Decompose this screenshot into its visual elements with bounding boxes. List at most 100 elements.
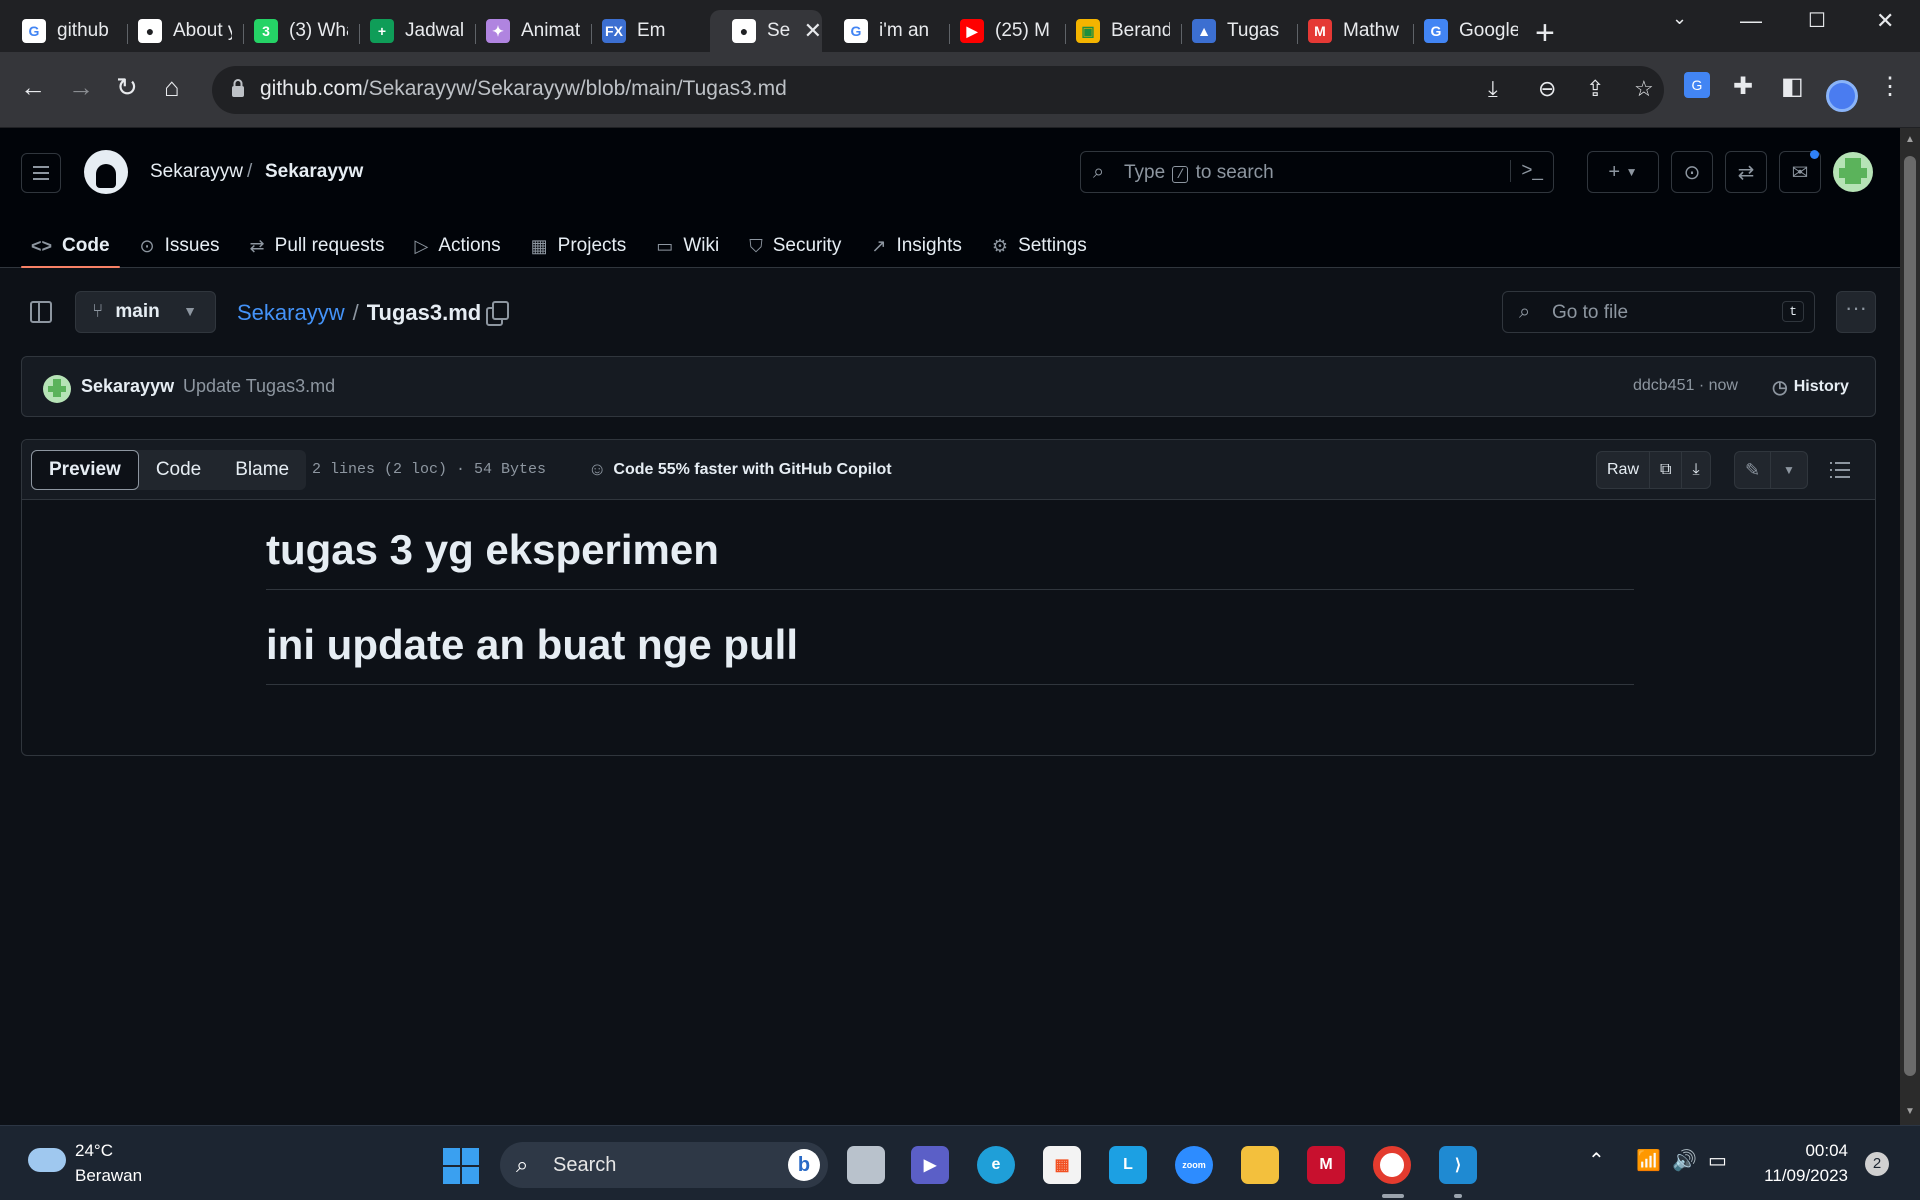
new-tab-button[interactable]: + (1535, 14, 1555, 53)
browser-tab[interactable]: G Google (1402, 10, 1518, 52)
raw-button[interactable]: Raw (1597, 452, 1651, 488)
wifi-icon[interactable]: 📶 (1636, 1148, 1661, 1173)
repo-tab-code[interactable]: <> Code (21, 225, 120, 268)
browser-tab[interactable]: 3 (3) Wha (232, 10, 348, 52)
notification-center-badge[interactable]: 2 (1865, 1152, 1889, 1176)
commit-sha-time[interactable]: ddcb451 · now (1633, 377, 1738, 395)
repo-tab-actions[interactable]: ▷ Actions (404, 225, 510, 267)
global-search-input[interactable]: ⌕ Type / to search >_ (1080, 151, 1554, 193)
clock-time[interactable]: 00:04 (1804, 1141, 1848, 1161)
repo-tab-pull-requests[interactable]: ⇄ Pull requests (240, 225, 395, 267)
extensions-puzzle-icon[interactable]: ✚ (1733, 72, 1753, 101)
maximize-button[interactable]: ☐ (1808, 8, 1826, 33)
url-text[interactable]: github.com/Sekarayyw/Sekarayyw/blob/main… (260, 77, 787, 101)
collapse-file-tree-button[interactable] (30, 301, 52, 323)
install-app-icon[interactable]: ⤓ (1488, 76, 1498, 102)
task-view-icon[interactable] (847, 1146, 885, 1184)
go-to-file-input[interactable]: ⌕ Go to file t (1502, 291, 1815, 333)
global-nav-menu-button[interactable] (21, 153, 61, 193)
microsoft-store-icon[interactable]: ▦ (1043, 1146, 1081, 1184)
show-hidden-icons-chevron-icon[interactable]: ⌃ (1588, 1148, 1605, 1173)
browser-tab[interactable]: FX Em (580, 10, 696, 52)
browser-tab[interactable]: ▶ (25) M (938, 10, 1054, 52)
copy-raw-icon[interactable]: ⧉ (1650, 452, 1683, 488)
reload-button[interactable]: ↻ (116, 72, 138, 103)
weather-temperature[interactable]: 24°C (75, 1141, 113, 1161)
github-logo-icon[interactable] (84, 150, 128, 194)
download-raw-icon[interactable]: ⤓ (1682, 452, 1709, 488)
repo-tab-security[interactable]: ⛉ Security (739, 225, 851, 267)
scrollbar-thumb[interactable] (1904, 156, 1916, 1076)
breadcrumb-repo-link[interactable]: Sekarayyw (237, 300, 345, 326)
pull-requests-button[interactable]: ⇄ (1725, 151, 1767, 193)
close-tab-icon[interactable]: ✕ (804, 18, 822, 44)
scroll-down-arrow-icon[interactable]: ▼ (1905, 1106, 1915, 1117)
browser-tab[interactable]: M Mathw (1286, 10, 1402, 52)
browser-tab[interactable]: + Jadwal (348, 10, 464, 52)
copilot-promo[interactable]: ☺ Code 55% faster with GitHub Copilot (588, 459, 892, 480)
user-avatar[interactable] (1833, 152, 1873, 192)
translate-extension-icon[interactable]: G (1684, 72, 1710, 98)
teams-chat-icon[interactable]: ▶ (911, 1146, 949, 1184)
forward-button[interactable]: → (68, 72, 94, 103)
edge-browser-icon[interactable]: e (977, 1146, 1015, 1184)
issues-button[interactable]: ⊙ (1671, 151, 1713, 193)
browser-tab[interactable]: Gi'm an (822, 10, 938, 52)
cloud-weather-icon[interactable] (28, 1148, 66, 1172)
repo-owner-link[interactable]: Sekarayyw (150, 161, 243, 183)
command-palette-icon[interactable]: >_ (1510, 160, 1543, 182)
side-panel-icon[interactable]: ◧ (1781, 72, 1804, 101)
browser-tab[interactable]: ✦ Animat (464, 10, 580, 52)
clock-date[interactable]: 11/09/2023 (1754, 1166, 1848, 1186)
browser-tab[interactable]: ▣ Berand (1054, 10, 1170, 52)
repo-tab-projects[interactable]: ▦ Projects (521, 225, 637, 267)
browser-tab[interactable]: ● Sek ✕ (710, 10, 822, 52)
browser-tab[interactable]: ▲ Tugas (1170, 10, 1286, 52)
bing-icon[interactable]: b (788, 1149, 820, 1181)
more-options-button[interactable]: ··· (1836, 291, 1876, 333)
repo-tab-issues[interactable]: ⊙ Issues (130, 225, 230, 267)
back-button[interactable]: ← (20, 72, 46, 103)
lock-icon[interactable] (230, 78, 246, 98)
mcafee-icon[interactable]: M (1307, 1146, 1345, 1184)
minimize-button[interactable]: — (1740, 8, 1762, 34)
zoom-app-icon[interactable]: zoom (1175, 1146, 1213, 1184)
tab-search-icon[interactable]: ⌄ (1672, 8, 1687, 29)
browser-menu-icon[interactable]: ⋮ (1878, 72, 1902, 101)
branch-selector[interactable]: ⑂ main ▼ (75, 291, 216, 333)
vscode-icon[interactable]: ⟩ (1439, 1146, 1477, 1184)
bookmark-star-icon[interactable]: ☆ (1634, 76, 1654, 102)
browser-tab[interactable]: ● About y (116, 10, 232, 52)
commit-author[interactable]: Sekarayyw (81, 376, 174, 397)
scroll-up-arrow-icon[interactable]: ▲ (1905, 134, 1915, 145)
browser-profile-avatar[interactable] (1826, 80, 1858, 112)
lark-app-icon[interactable]: L (1109, 1146, 1147, 1184)
battery-icon[interactable]: ▭ (1708, 1148, 1727, 1173)
commit-message[interactable]: Update Tugas3.md (183, 376, 335, 397)
close-window-button[interactable]: ✕ (1876, 8, 1894, 34)
weather-condition[interactable]: Berawan (75, 1166, 142, 1186)
start-windows-icon[interactable] (443, 1148, 479, 1184)
browser-tab[interactable]: Ggithub (0, 10, 116, 52)
page-scrollbar[interactable]: ▲ ▼ (1900, 128, 1920, 1125)
create-new-button[interactable]: + ▼ (1587, 151, 1659, 193)
repo-tab-wiki[interactable]: ▭ Wiki (646, 225, 729, 267)
file-explorer-icon[interactable] (1241, 1146, 1279, 1184)
commit-author-avatar[interactable] (43, 375, 71, 403)
address-bar[interactable]: github.com/Sekarayyw/Sekarayyw/blob/main… (212, 66, 1664, 114)
home-button[interactable]: ⌂ (164, 72, 180, 103)
view-tab-preview[interactable]: Preview (31, 450, 139, 490)
view-tab-blame[interactable]: Blame (218, 450, 306, 490)
zoom-icon[interactable]: ⊖ (1538, 76, 1556, 102)
repo-tab-settings[interactable]: ⚙ Settings (982, 225, 1097, 267)
edit-options-chevron-icon[interactable]: ▼ (1771, 452, 1807, 488)
share-icon[interactable]: ⇪ (1586, 76, 1604, 102)
taskbar-search-box[interactable]: ⌕ Search b (500, 1142, 828, 1188)
edit-pencil-icon[interactable]: ✎ (1735, 452, 1771, 488)
volume-icon[interactable]: 🔊 (1672, 1148, 1697, 1173)
repo-tab-insights[interactable]: ↗ Insights (861, 225, 972, 267)
view-tab-code[interactable]: Code (139, 450, 218, 490)
repo-name-link[interactable]: Sekarayyw (265, 161, 363, 183)
copy-path-icon[interactable] (486, 301, 509, 326)
history-button[interactable]: ◷ History (1762, 368, 1859, 406)
